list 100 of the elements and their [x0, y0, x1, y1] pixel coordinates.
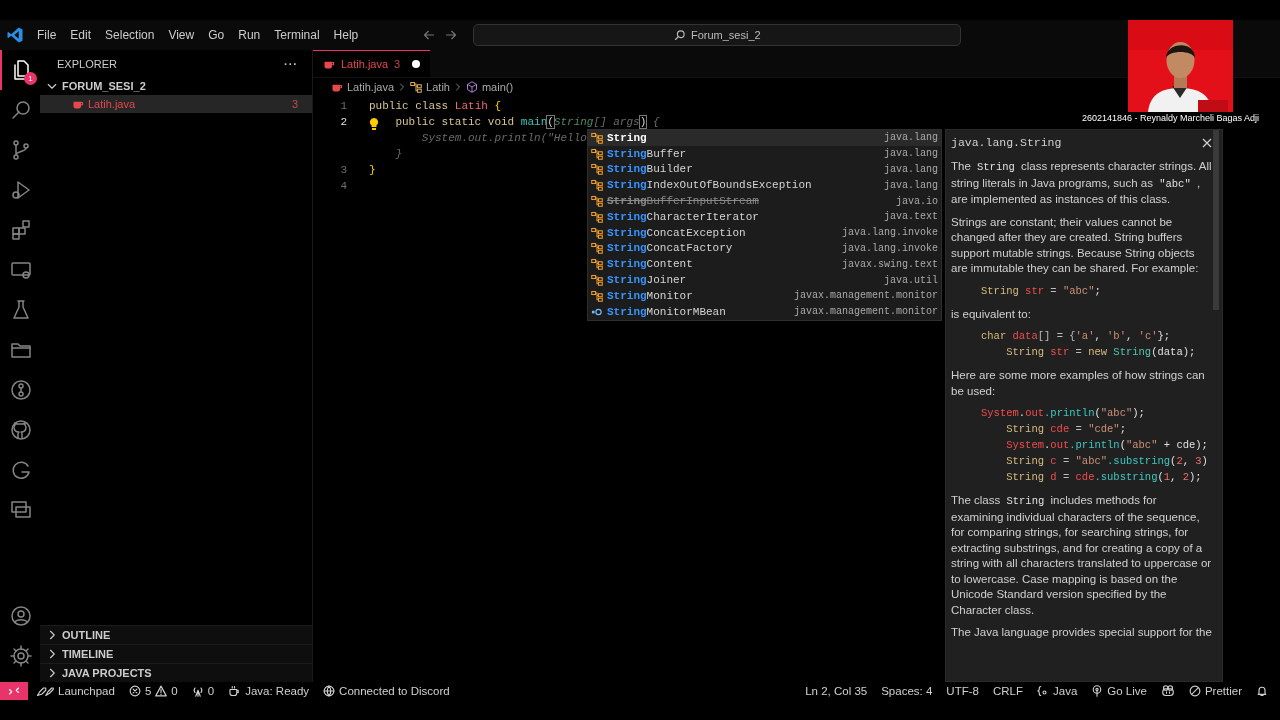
logo-icon: [6, 26, 24, 44]
suggestion-item[interactable]: StringConcatFactory java.lang.invoke: [588, 240, 941, 257]
suggestion-item[interactable]: StringBufferInputStream java.io: [588, 193, 941, 209]
circle-icon[interactable]: [9, 418, 33, 442]
code-line: System.out.println("abc");: [981, 406, 1145, 421]
remote-button[interactable]: [0, 682, 28, 700]
antenna-icon: [191, 685, 204, 697]
back-arrow-icon[interactable]: [423, 29, 436, 41]
doc-paragraph: The class String includes methods for examining individual characters of the sequence, for comparing strings, for searching strings, for extracting substrings, and for creating a copy of a string with all characters translated to uppercase or to lowercase. Case mapping is based on the Unicode Standard version specified by the Character class.: [951, 493, 1212, 618]
status-item[interactable]: Ln 2, Col 35: [805, 685, 868, 697]
breadcrumb[interactable]: Latih: [410, 81, 450, 93]
status-item[interactable]: Go Live: [1091, 685, 1147, 697]
section-header[interactable]: TIMELINE: [40, 644, 312, 663]
line-number: 2: [339, 116, 347, 128]
doc-paragraph: The String class represents character strings. All string literals in Java programs, such as "abc" , are implemented as instances of this class.: [951, 159, 1212, 207]
suggestion-item[interactable]: StringMonitorMBean javax.management.monitor: [588, 303, 941, 320]
more-actions[interactable]: ···: [284, 58, 298, 70]
code-line: char data[] = {'a', 'b', 'c'};: [981, 329, 1171, 344]
command-center[interactable]: Forum_sesi_2: [473, 24, 962, 46]
account-icon[interactable]: [9, 604, 33, 628]
menu-item[interactable]: Go: [201, 26, 232, 44]
breadcrumb[interactable]: Latih.java: [331, 81, 395, 93]
problems-status[interactable]: 5 0: [128, 685, 178, 697]
error-icon: [128, 685, 141, 697]
globe-icon: [323, 685, 336, 697]
menu-item[interactable]: Help: [326, 26, 366, 44]
warning-icon: [155, 685, 168, 697]
robot-icon[interactable]: [1160, 685, 1175, 697]
code-line: System.out.println("Hello: [420, 132, 587, 144]
run-icon[interactable]: [9, 178, 33, 202]
menu-item[interactable]: Selection: [98, 26, 162, 44]
code-line: String d = cde.substring(1, 2);: [1005, 470, 1202, 485]
suggestion-item[interactable]: StringBuffer java.lang: [588, 145, 941, 162]
editor-tab[interactable]: Latih.java 3: [313, 50, 431, 77]
status-item[interactable]: Java: Ready: [228, 685, 310, 697]
code-line: }: [369, 164, 376, 176]
code-line: System.out.println("abc" + cde);: [1005, 438, 1208, 453]
status-item[interactable]: Java: [1037, 685, 1078, 697]
doc-paragraph: Strings are constant; their values cannot be changed after they are created. String buffers support mutable strings. Because String objects are immutable they can be shared. For example:: [951, 214, 1200, 276]
search-icon: [673, 29, 686, 41]
file-row[interactable]: Latih.java 3: [40, 95, 312, 113]
code-line: String str = "abc";: [981, 283, 1101, 299]
line-number: 4: [339, 180, 347, 192]
suggestion-item[interactable]: StringCharacterIterator java.text: [588, 209, 941, 225]
code-line: String c = "abc".substring(2, 3): [1005, 454, 1208, 469]
forward-arrow-icon[interactable]: [445, 29, 458, 41]
line-number: 1: [339, 100, 347, 112]
prohibited-icon: [1188, 685, 1201, 697]
suggestion-item[interactable]: StringMonitor javax.management.monitor: [588, 287, 941, 304]
problem-count: 3: [291, 98, 299, 110]
broadcast-icon: [1091, 685, 1104, 697]
chevron-right-icon: [453, 83, 462, 91]
code-line: String str = new String(data);: [1005, 345, 1196, 360]
doc-title: java.lang.String: [951, 135, 1062, 151]
blocks-icon[interactable]: [9, 218, 33, 242]
code-line: String cde = "cde";: [1005, 422, 1126, 437]
panel-title: EXPLORER: [57, 58, 117, 70]
remote-icon: [8, 685, 20, 697]
section-header[interactable]: OUTLINE: [40, 625, 312, 644]
search-icon[interactable]: [9, 98, 33, 122]
status-item[interactable]: Spaces: 4: [881, 685, 933, 697]
doc-paragraph: is equivalent to:: [951, 306, 1032, 322]
cup-icon: [228, 685, 242, 697]
bell-icon[interactable]: [1256, 685, 1268, 697]
menu-item[interactable]: File: [30, 26, 64, 44]
status-item[interactable]: Prettier: [1188, 685, 1242, 697]
badge: 1: [24, 72, 37, 85]
settings-icon[interactable]: [9, 644, 33, 668]
suggestion-item[interactable]: StringIndexOutOfBoundsException java.lang: [588, 177, 941, 194]
menu-item[interactable]: Run: [231, 26, 268, 44]
doc-paragraph: Here are some more examples of how strings can be used:: [951, 368, 1206, 399]
breadcrumb[interactable]: main(): [465, 81, 514, 93]
class-icon: [410, 81, 423, 93]
menu-item[interactable]: View: [161, 26, 202, 44]
suggestion-item[interactable]: StringBuilder java.lang: [588, 161, 941, 178]
menu-item[interactable]: Terminal: [267, 26, 327, 44]
status-item[interactable]: UTF-8: [946, 685, 979, 697]
code-line: }: [394, 148, 402, 160]
braces-icon: [1037, 685, 1049, 697]
scrollbar-thumb[interactable]: [1213, 130, 1219, 310]
status-item[interactable]: 0: [191, 685, 215, 697]
section-header[interactable]: JAVA PROJECTS: [40, 663, 312, 682]
status-item[interactable]: Connected to Discord: [323, 685, 450, 697]
suggestion-item[interactable]: String java.lang: [588, 130, 941, 146]
code-line: public class Latih {: [369, 100, 502, 112]
line-number: 3: [339, 164, 347, 176]
file-name: Latih.java: [88, 98, 137, 110]
status-item[interactable]: CRLF: [992, 685, 1023, 697]
status-item[interactable]: Launchpad: [36, 685, 115, 697]
cube-icon: [465, 81, 478, 93]
folder-row[interactable]: FORUM_SESI_2: [40, 77, 312, 95]
lightbulb-icon[interactable]: [368, 117, 380, 131]
chevron-right-icon: [398, 83, 407, 91]
suggestion-item[interactable]: StringJoiner java.util: [588, 272, 941, 288]
suggestion-item[interactable]: StringConcatException java.lang.invoke: [588, 224, 941, 241]
close-icon[interactable]: [1202, 138, 1212, 148]
doc-paragraph: The Java language provides special support for the: [951, 625, 1212, 640]
menu-item[interactable]: Edit: [63, 26, 99, 44]
nodes-icon[interactable]: [9, 378, 33, 402]
suggestion-item[interactable]: StringContent javax.swing.text: [588, 256, 941, 273]
